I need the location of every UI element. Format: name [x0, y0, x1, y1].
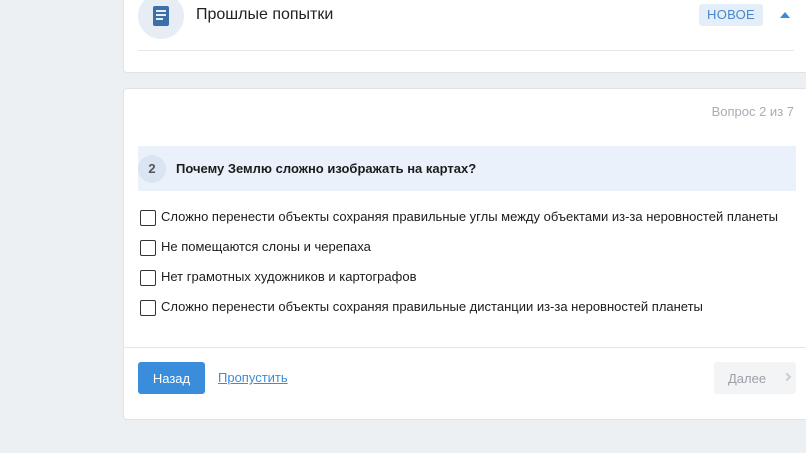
answer-option-label: Нет грамотных художников и картографов	[161, 269, 417, 284]
question-counter: Вопрос 2 из 7	[711, 104, 794, 119]
past-attempts-panel: Прошлые попытки НОВОЕ	[123, 0, 806, 73]
answer-option-label: Сложно перенести объекты сохраняя правил…	[161, 209, 778, 224]
answer-option-label: Сложно перенести объекты сохраняя правил…	[161, 299, 703, 314]
chevron-right-icon	[782, 372, 792, 382]
chevron-up-icon[interactable]	[780, 12, 790, 18]
next-button[interactable]: Далее	[714, 362, 796, 394]
new-badge: НОВОЕ	[699, 4, 764, 26]
answer-options: Сложно перенести объекты сохраняя правил…	[140, 209, 780, 329]
answer-option[interactable]: Сложно перенести объекты сохраняя правил…	[140, 299, 780, 316]
question-card: Вопрос 2 из 7 2 Почему Землю сложно изоб…	[123, 88, 806, 420]
skip-link[interactable]: Пропустить	[218, 370, 288, 385]
answer-option[interactable]: Нет грамотных художников и картографов	[140, 269, 780, 286]
checkbox[interactable]	[140, 270, 156, 286]
next-button-label: Далее	[728, 370, 767, 386]
answer-option[interactable]: Сложно перенести объекты сохраняя правил…	[140, 209, 780, 226]
question-header: 2 Почему Землю сложно изображать на карт…	[138, 146, 796, 191]
past-attempts-title: Прошлые попытки	[196, 6, 334, 23]
divider	[124, 347, 806, 348]
answer-option-label: Не помещаются слоны и черепаха	[161, 239, 371, 254]
divider	[138, 50, 794, 51]
checkbox[interactable]	[140, 300, 156, 316]
document-icon	[153, 6, 169, 26]
question-text: Почему Землю сложно изображать на картах…	[176, 161, 477, 176]
question-number-badge: 2	[138, 154, 166, 183]
answer-option[interactable]: Не помещаются слоны и черепаха	[140, 239, 780, 256]
document-icon-wrap	[138, 0, 184, 39]
checkbox[interactable]	[140, 240, 156, 256]
back-button[interactable]: Назад	[138, 362, 205, 394]
checkbox[interactable]	[140, 210, 156, 226]
